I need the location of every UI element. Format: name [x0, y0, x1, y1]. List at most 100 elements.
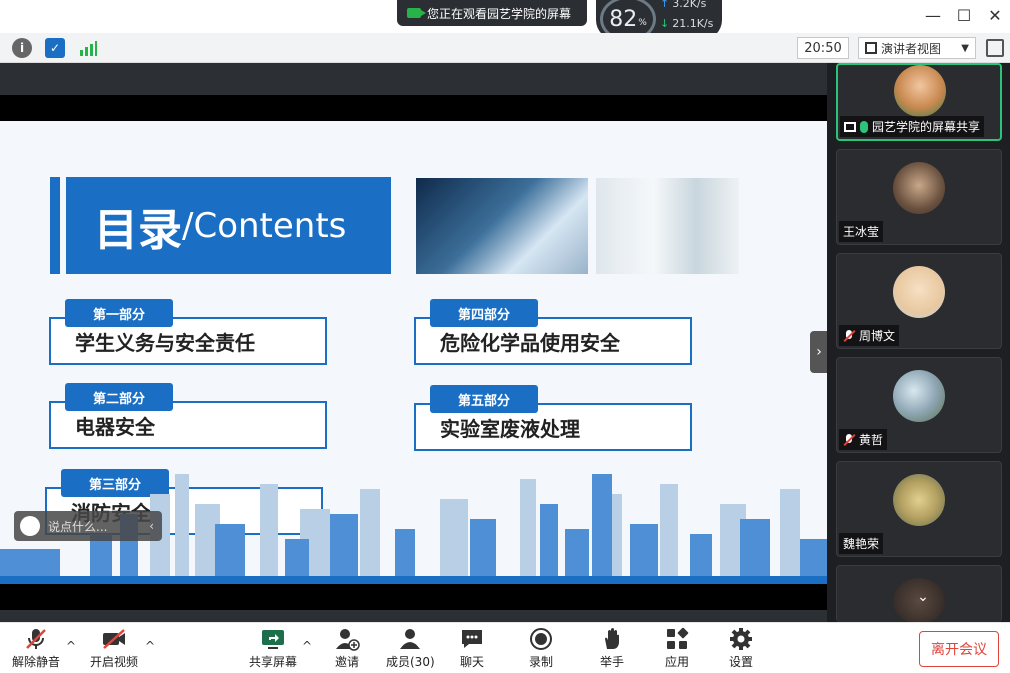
collapse-sidebar-button[interactable]: ›: [810, 331, 828, 373]
slide-title-en: /Contents: [182, 205, 347, 246]
close-button[interactable]: ✕: [984, 6, 1006, 25]
upload-rate: ↑ 3.2K/s: [660, 0, 706, 10]
meeting-timer: 20:50: [797, 37, 849, 59]
invite-button[interactable]: 邀请: [334, 627, 360, 670]
layout-icon: [865, 42, 877, 54]
raise-hand-button[interactable]: 举手: [599, 627, 625, 670]
upload-arrow-icon: ↑: [660, 0, 670, 10]
letterbox-bottom: [0, 584, 827, 610]
lab-researcher-photo: [596, 178, 739, 274]
chat-icon: [459, 627, 485, 651]
unmute-button[interactable]: 解除静音: [12, 627, 60, 670]
apps-button[interactable]: 应用: [664, 627, 690, 670]
view-mode-select[interactable]: 演讲者视图 ▼: [858, 37, 976, 59]
chat-button[interactable]: 聊天: [459, 627, 485, 670]
view-mode-label: 演讲者视图: [881, 41, 942, 56]
screen-share-icon: [844, 121, 856, 132]
security-shield-icon[interactable]: ✓: [45, 38, 65, 58]
invite-label: 邀请: [334, 655, 359, 669]
download-rate: ↓ 21.1K/s: [660, 17, 713, 30]
mic-on-icon: [860, 120, 868, 133]
participant-name-tag: 黄哲: [839, 429, 888, 450]
participant-name: 周博文: [859, 329, 896, 343]
mic-muted-icon: [843, 433, 855, 446]
participant-name-tag: 周博文: [839, 325, 900, 346]
record-label: 录制: [528, 655, 553, 669]
invite-user-icon: [334, 627, 360, 651]
record-icon: [528, 627, 554, 651]
participant-tile-sharer[interactable]: 园艺学院的屏幕共享: [836, 63, 1002, 141]
chat-label: 聊天: [459, 655, 484, 669]
share-options-chevron-icon[interactable]: ^: [302, 639, 312, 653]
maximize-button[interactable]: ☐: [953, 6, 975, 25]
video-options-chevron-icon[interactable]: ^: [145, 639, 155, 653]
info-icon[interactable]: i: [12, 38, 32, 58]
upload-rate-value: 3.2K/s: [672, 0, 707, 10]
leave-meeting-button[interactable]: 离开会议: [919, 631, 999, 667]
meeting-toolbar: i ✓ 20:50 演讲者视图 ▼: [0, 33, 1010, 63]
mic-muted-icon: [23, 627, 49, 651]
section-5-label: 第五部分: [430, 385, 538, 413]
chat-placeholder: 说点什么...: [48, 519, 108, 534]
slide-title-box: 目录 /Contents: [66, 177, 391, 274]
chat-quick-input[interactable]: 说点什么... ‹: [14, 511, 162, 541]
participant-tile[interactable]: 黄哲: [836, 357, 1002, 453]
section-2-label: 第二部分: [65, 383, 173, 411]
raise-hand-icon: [599, 627, 625, 651]
members-label: 成员(30): [386, 655, 435, 669]
meeting-controls-bar: 解除静音 ^ 开启视频 ^ 共享屏幕 ^ 邀请 成员(30) 聊天 录制 举手 …: [0, 622, 1010, 673]
avatar: [894, 65, 946, 117]
mic-muted-icon: [843, 329, 855, 342]
signal-strength-icon[interactable]: [78, 38, 98, 58]
avatar: [893, 474, 945, 526]
members-icon: [397, 627, 423, 651]
video-camera-icon: [407, 8, 426, 18]
settings-button[interactable]: 设置: [728, 627, 754, 670]
members-button[interactable]: 成员(30): [386, 627, 435, 670]
participant-name-tag: 魏艳荣: [839, 533, 884, 554]
participant-name: 园艺学院的屏幕共享: [872, 120, 981, 134]
avatar: [893, 370, 945, 422]
participant-name: 黄哲: [859, 433, 884, 447]
settings-label: 设置: [728, 655, 753, 669]
video-off-icon: [101, 627, 127, 651]
record-button[interactable]: 录制: [528, 627, 554, 670]
audio-options-chevron-icon[interactable]: ^: [66, 639, 76, 653]
minimize-button[interactable]: —: [922, 6, 944, 25]
download-arrow-icon: ↓: [660, 17, 670, 30]
participant-tile[interactable]: 魏艳荣: [836, 461, 1002, 557]
chevron-left-icon[interactable]: ‹: [149, 519, 154, 533]
participant-sidebar[interactable]: 园艺学院的屏幕共享 王冰莹 周博文 黄哲 魏艳荣: [827, 63, 1010, 624]
gear-icon: [728, 627, 754, 651]
participant-name-tag: 王冰莹: [839, 221, 884, 242]
avatar: [893, 162, 945, 214]
emoji-icon[interactable]: [20, 516, 40, 536]
chevron-down-icon: ▼: [961, 42, 969, 54]
network-percent: 82: [609, 6, 638, 32]
screen-share-banner: 您正在观看园艺学院的屏幕: [397, 0, 587, 26]
share-banner-text: 您正在观看园艺学院的屏幕: [427, 6, 572, 21]
share-screen-button[interactable]: 共享屏幕: [249, 627, 297, 670]
network-percent-unit: %: [638, 18, 647, 28]
scroll-down-chevron-icon[interactable]: ⌄: [912, 589, 934, 605]
section-4-label: 第四部分: [430, 299, 538, 327]
unmute-label: 解除静音: [12, 655, 61, 669]
section-1-label: 第一部分: [65, 299, 173, 327]
participant-name: 魏艳荣: [843, 537, 880, 551]
download-rate-value: 21.1K/s: [672, 17, 714, 30]
participant-tile[interactable]: 周博文: [836, 253, 1002, 349]
participant-name-tag: 园艺学院的屏幕共享: [840, 116, 985, 137]
avatar: [893, 266, 945, 318]
lab-microscope-photo: [416, 178, 588, 274]
start-video-button[interactable]: 开启视频: [90, 627, 138, 670]
slide-title-cn: 目录: [94, 204, 182, 256]
participant-tile[interactable]: 王冰莹: [836, 149, 1002, 245]
letterbox-top: [0, 95, 827, 121]
fullscreen-icon[interactable]: [986, 39, 1004, 57]
share-screen-label: 共享屏幕: [249, 655, 298, 669]
title-accent-strip: [50, 177, 60, 274]
start-video-label: 开启视频: [90, 655, 139, 669]
participant-name: 王冰莹: [843, 225, 880, 239]
share-screen-icon: [260, 627, 286, 651]
raise-hand-label: 举手: [599, 655, 624, 669]
